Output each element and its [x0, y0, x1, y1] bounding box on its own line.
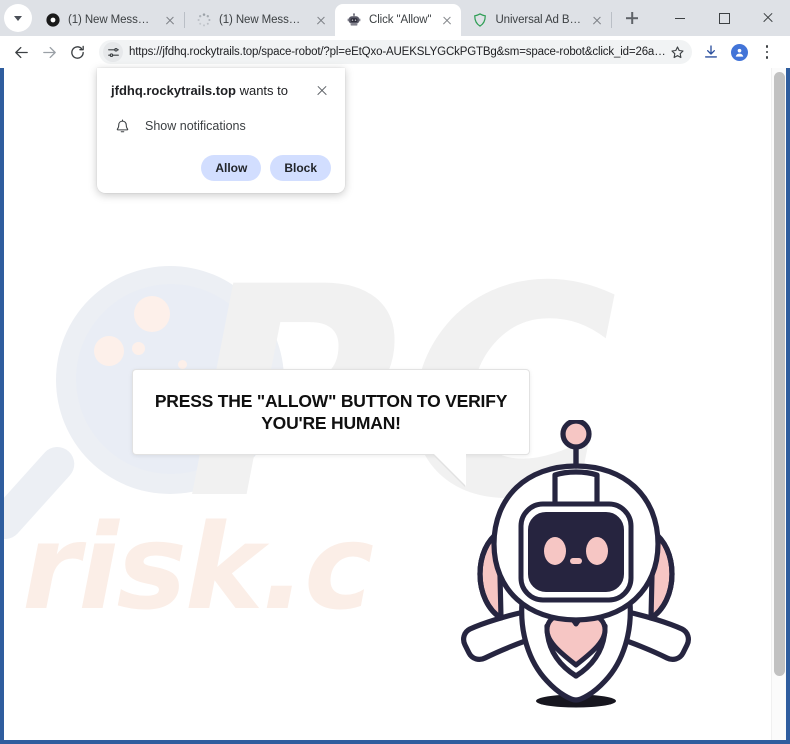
tab-title: (1) New Message!: [219, 14, 305, 26]
maximize-icon[interactable]: [702, 1, 746, 35]
allow-button[interactable]: Allow: [201, 155, 262, 181]
close-window-icon[interactable]: [746, 1, 790, 35]
tab-universal-ad-blocker[interactable]: Universal Ad Blocker: [461, 4, 611, 36]
forward-button[interactable]: [36, 39, 62, 65]
page-scrollbar-thumb[interactable]: [774, 72, 785, 676]
close-icon[interactable]: [162, 12, 178, 28]
tab-click-allow[interactable]: Click "Allow": [335, 4, 462, 36]
watermark-dot: [178, 360, 187, 369]
close-icon[interactable]: [313, 82, 331, 100]
permission-label: Show notifications: [145, 119, 246, 133]
reload-button[interactable]: [64, 39, 90, 65]
browser-toolbar: https://jfdhq.rockytrails.top/space-robo…: [0, 36, 790, 68]
block-button[interactable]: Block: [270, 155, 331, 181]
watermark-dot: [94, 336, 124, 366]
permission-row: Show notifications: [111, 117, 331, 135]
robot-mascot-illustration: [451, 418, 701, 716]
watermark-dot: [134, 296, 170, 332]
chevron-down-icon: [14, 15, 22, 21]
tab-strip: (1) New Message! (1) New Message! Click …: [0, 0, 790, 36]
download-button[interactable]: [698, 39, 724, 65]
close-icon[interactable]: [439, 12, 455, 28]
watermark-dot: [132, 342, 145, 355]
minimize-icon[interactable]: [658, 1, 702, 35]
tab-new-message-1[interactable]: (1) New Message!: [34, 4, 184, 36]
watermark-site-text: risk.c: [22, 498, 374, 636]
back-arrow-icon: [14, 46, 28, 58]
reload-icon: [70, 45, 84, 59]
new-tab-button[interactable]: [618, 4, 646, 32]
notification-permission-popup: jfdhq.rockytrails.top wants to Show noti…: [97, 68, 345, 193]
tab-title: (1) New Message!: [68, 14, 154, 26]
loading-spinner-icon: [196, 12, 212, 28]
permission-popup-title: jfdhq.rockytrails.top wants to: [111, 82, 307, 100]
watermark-magnifier-handle: [4, 440, 82, 546]
tab-divider: [611, 12, 613, 28]
url-text: https://jfdhq.rockytrails.top/space-robo…: [129, 46, 666, 58]
robot-favicon: [346, 12, 362, 28]
close-icon[interactable]: [313, 12, 329, 28]
star-icon[interactable]: [666, 41, 688, 63]
page-scrollbar[interactable]: [771, 68, 786, 740]
permission-popup-actions: Allow Block: [111, 155, 331, 181]
dark-circle-icon: [45, 12, 61, 28]
window-controls: [658, 0, 790, 36]
tab-title: Click "Allow": [369, 14, 432, 26]
close-icon[interactable]: [589, 12, 605, 28]
download-icon: [705, 45, 717, 58]
permission-popup-title-suffix: wants to: [235, 83, 288, 98]
tab-title: Universal Ad Blocker: [495, 14, 581, 26]
forward-arrow-icon: [42, 46, 56, 58]
tune-icon[interactable]: [103, 42, 123, 62]
three-dot-menu-icon: [759, 44, 775, 60]
profile-avatar-icon: [730, 43, 748, 61]
browser-window-screenshot: (1) New Message! (1) New Message! Click …: [0, 0, 790, 744]
permission-popup-origin: jfdhq.rockytrails.top: [111, 83, 236, 98]
back-button[interactable]: [8, 39, 34, 65]
tab-search-button[interactable]: [4, 4, 32, 32]
permission-popup-header: jfdhq.rockytrails.top wants to: [111, 82, 331, 100]
profile-button[interactable]: [726, 39, 752, 65]
green-shield-icon: [472, 12, 488, 28]
menu-button[interactable]: [754, 39, 780, 65]
bell-icon: [113, 117, 131, 135]
tab-new-message-2[interactable]: (1) New Message!: [185, 4, 335, 36]
address-bar[interactable]: https://jfdhq.rockytrails.top/space-robo…: [99, 40, 692, 64]
